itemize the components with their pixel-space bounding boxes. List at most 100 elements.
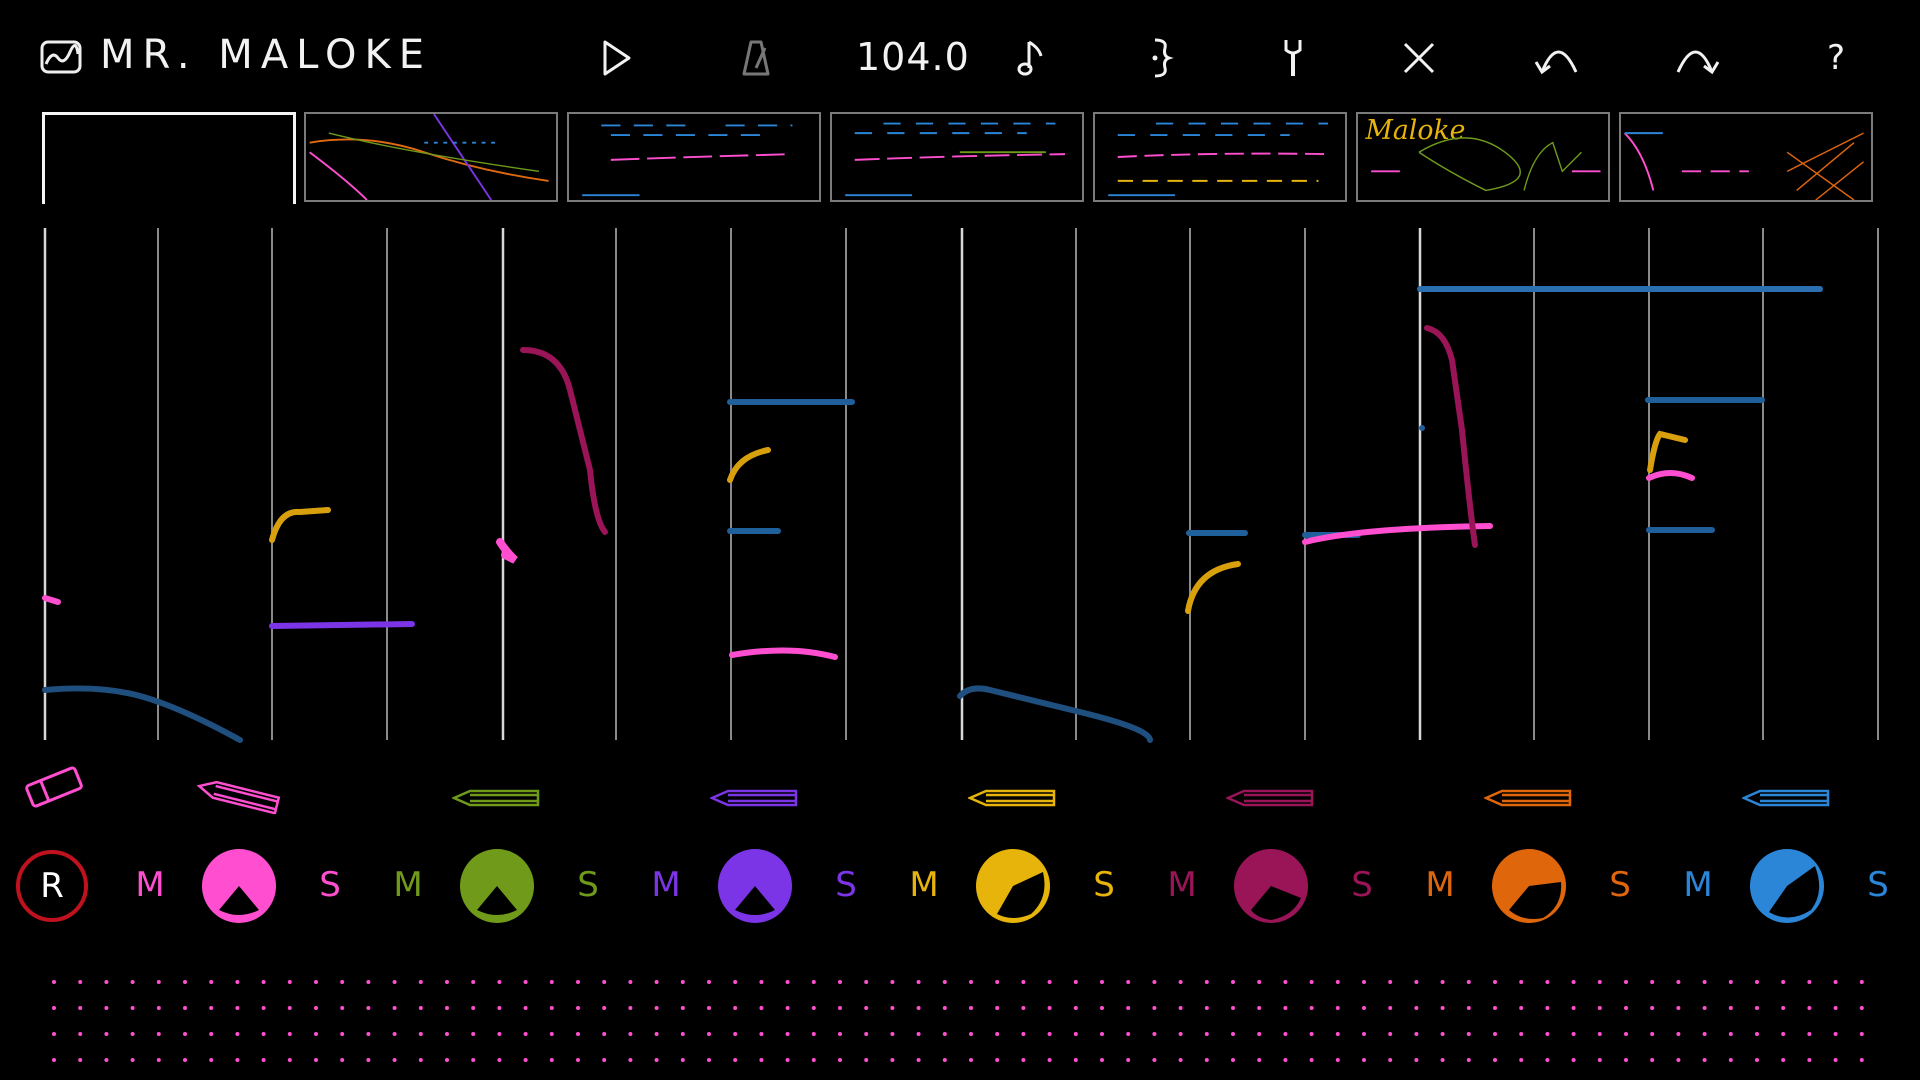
step-dot[interactable] (130, 980, 135, 984)
step-dot[interactable] (576, 1032, 580, 1036)
step-dot[interactable] (1362, 980, 1366, 984)
step-dot[interactable] (1807, 980, 1812, 984)
pencil-tool-pink[interactable] (194, 778, 284, 814)
pencil-tool-blue[interactable] (1742, 788, 1832, 808)
step-dot[interactable] (1571, 1006, 1576, 1010)
step-dot[interactable] (183, 1032, 187, 1036)
step-dot[interactable] (340, 980, 345, 984)
mute-button-2[interactable]: M (390, 862, 426, 908)
step-dot[interactable] (366, 1058, 371, 1062)
step-dot[interactable] (890, 980, 895, 984)
step-dot[interactable] (1755, 1032, 1759, 1036)
step-dot[interactable] (680, 980, 685, 984)
step-dot[interactable] (838, 1032, 842, 1036)
step-dot[interactable] (549, 980, 554, 984)
step-dot[interactable] (1178, 1032, 1183, 1036)
step-dot[interactable] (864, 1058, 869, 1062)
step-dot[interactable] (1597, 1032, 1602, 1036)
step-dot[interactable] (287, 1032, 292, 1036)
step-dot[interactable] (314, 1058, 318, 1062)
step-dot[interactable] (314, 1006, 318, 1010)
step-dot[interactable] (209, 980, 214, 984)
step-dot[interactable] (1571, 980, 1576, 984)
step-dot[interactable] (602, 1058, 607, 1062)
step-dot[interactable] (602, 980, 607, 984)
step-dot[interactable] (1414, 980, 1419, 984)
step-dot[interactable] (130, 1032, 135, 1036)
step-dot[interactable] (1414, 1006, 1419, 1010)
volume-knob-1[interactable] (201, 848, 277, 924)
step-dot[interactable] (995, 980, 1000, 984)
step-dot[interactable] (654, 1058, 659, 1062)
step-dot[interactable] (1204, 1032, 1209, 1036)
step-dot[interactable] (1257, 1058, 1262, 1062)
step-dot[interactable] (523, 1006, 528, 1010)
step-dot[interactable] (1755, 1058, 1759, 1062)
step-dot[interactable] (1414, 1032, 1419, 1036)
step-dot[interactable] (628, 1032, 633, 1036)
step-dot[interactable] (1597, 1006, 1602, 1010)
step-dot[interactable] (1702, 980, 1707, 984)
step-dot[interactable] (52, 1058, 56, 1062)
pattern-slot-4[interactable] (830, 112, 1084, 202)
step-dot[interactable] (1755, 1006, 1759, 1010)
step-dot[interactable] (733, 1006, 738, 1010)
step-dot[interactable] (969, 980, 973, 984)
step-dot[interactable] (497, 1058, 502, 1062)
step-dot[interactable] (471, 1006, 476, 1010)
step-dot[interactable] (733, 1058, 738, 1062)
solo-button-1[interactable]: S (312, 862, 348, 908)
step-dot[interactable] (916, 980, 921, 984)
step-dot[interactable] (916, 1058, 921, 1062)
step-dot[interactable] (680, 1032, 685, 1036)
metronome-button[interactable] (728, 30, 784, 86)
step-dot[interactable] (1702, 1006, 1707, 1010)
step-dot[interactable] (261, 1058, 266, 1062)
step-dot[interactable] (1073, 1006, 1078, 1010)
step-dot[interactable] (1388, 1058, 1393, 1062)
step-dot[interactable] (1178, 980, 1183, 984)
step-dot[interactable] (418, 1006, 423, 1010)
step-dot[interactable] (523, 1032, 528, 1036)
step-dot[interactable] (733, 1032, 738, 1036)
mute-button-1[interactable]: M (132, 862, 168, 908)
step-dot[interactable] (628, 1058, 633, 1062)
step-dot[interactable] (392, 980, 397, 984)
step-dot[interactable] (890, 1058, 895, 1062)
step-dot[interactable] (1126, 980, 1131, 984)
step-dot[interactable] (916, 1032, 921, 1036)
step-dot[interactable] (1650, 980, 1655, 984)
step-dot[interactable] (1152, 1058, 1157, 1062)
step-dot[interactable] (1597, 1058, 1602, 1062)
mute-button-7[interactable]: M (1680, 862, 1716, 908)
step-dot[interactable] (1728, 1058, 1733, 1062)
step-dot[interactable] (392, 1058, 397, 1062)
step-dot-grid[interactable] (40, 970, 1880, 1070)
step-dot[interactable] (654, 1032, 659, 1036)
step-dot[interactable] (1466, 980, 1471, 984)
step-dot[interactable] (183, 1006, 187, 1010)
step-dot[interactable] (811, 980, 816, 984)
step-dot[interactable] (759, 980, 764, 984)
step-dot[interactable] (287, 1006, 292, 1010)
step-dot[interactable] (759, 1006, 764, 1010)
step-dot[interactable] (602, 1006, 607, 1010)
step-dot[interactable] (1650, 1058, 1655, 1062)
step-dot[interactable] (969, 1006, 973, 1010)
step-dot[interactable] (1283, 1006, 1288, 1010)
step-dot[interactable] (1676, 1058, 1681, 1062)
step-dot[interactable] (1126, 1058, 1131, 1062)
step-dot[interactable] (1519, 1032, 1524, 1036)
step-dot[interactable] (156, 1006, 161, 1010)
mute-button-4[interactable]: M (906, 862, 942, 908)
step-dot[interactable] (1335, 1032, 1340, 1036)
pencil-tool-magenta[interactable] (1226, 788, 1316, 808)
step-dot[interactable] (1833, 980, 1838, 984)
step-dot[interactable] (392, 1032, 397, 1036)
step-dot[interactable] (314, 980, 318, 984)
step-dot[interactable] (1204, 1058, 1209, 1062)
step-dot[interactable] (680, 1006, 685, 1010)
step-dot[interactable] (445, 980, 449, 984)
step-dot[interactable] (1650, 1006, 1655, 1010)
tempo-display[interactable]: 104.0 (856, 32, 970, 82)
